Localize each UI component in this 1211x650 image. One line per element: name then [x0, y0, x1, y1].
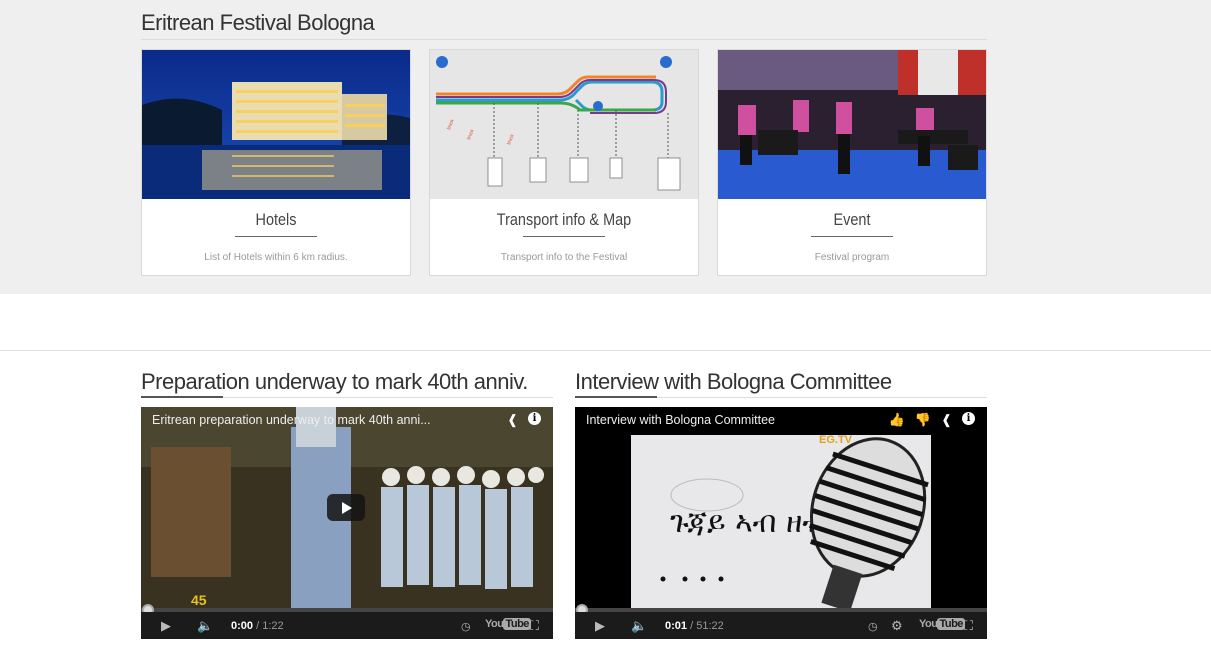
like-icon[interactable]: 👍 [889, 412, 905, 428]
settings-icon[interactable]: ⚙ [891, 618, 903, 634]
info-icon[interactable]: i [528, 412, 541, 425]
transport-map-image: linea linea linea [430, 50, 698, 199]
share-icon[interactable]: ❰ [941, 412, 952, 428]
event-card[interactable]: Event Festival program [717, 49, 987, 276]
hotels-card[interactable]: Hotels List of Hotels within 6 km radius… [141, 49, 411, 276]
video-total-time: / 51:22 [690, 620, 724, 632]
video-total-time: / 1:22 [256, 620, 284, 632]
card-underline [811, 236, 893, 237]
hotels-card-title[interactable]: Hotels [162, 210, 390, 230]
card-underline [523, 236, 605, 237]
video-section-title-2: Interview with Bologna Committee [575, 369, 892, 394]
card-underline [235, 236, 317, 237]
section-divider [0, 350, 1211, 351]
video-current-time: 0:01 [665, 620, 688, 632]
watch-later-icon[interactable]: ◷ [868, 620, 878, 633]
event-card-title[interactable]: Event [738, 210, 966, 230]
video-title-2[interactable]: Interview with Bologna Committee [586, 413, 775, 427]
volume-icon[interactable]: 🔈 [197, 618, 213, 634]
svg-text:ጉጃይ ኣብ ዘተ: ጉጃይ ኣብ ዘተ [670, 505, 823, 540]
title-rule [141, 39, 987, 40]
festival-title: Eritrean Festival Bologna [141, 10, 375, 35]
title-underline [575, 396, 657, 398]
svg-text:EG.TV: EG.TV [819, 434, 853, 446]
video-player-2[interactable]: ጉጃይ ኣብ ዘተ EG.TV Interview with Bologna C… [575, 407, 987, 639]
event-image [718, 50, 986, 199]
video-controls: ▶ 🔈 0:01 / 51:22 ◷ ⚙ You Tube ⛶ [575, 612, 987, 639]
fullscreen-icon[interactable]: ⛶ [964, 618, 973, 634]
watch-later-icon[interactable]: ◷ [461, 620, 471, 633]
event-card-desc: Festival program [814, 252, 890, 263]
video-current-time: 0:00 [231, 620, 254, 632]
share-icon[interactable]: ❰ [507, 412, 518, 428]
transport-card[interactable]: linea linea linea Transport info & Map T… [429, 49, 699, 276]
transport-card-title[interactable]: Transport info & Map [450, 210, 678, 230]
info-icon[interactable]: i [962, 412, 975, 425]
video-controls: ▶ 🔈 0:00 / 1:22 ◷ You Tube ⛶ [141, 612, 553, 639]
video-title-1[interactable]: Eritrean preparation underway to mark 40… [152, 413, 431, 427]
fullscreen-icon[interactable]: ⛶ [530, 618, 539, 634]
video-player-1[interactable]: 45 Eritrean preparation underway to mark… [141, 407, 553, 639]
transport-card-desc: Transport info to the Festival [500, 252, 628, 263]
youtube-logo[interactable]: You Tube [919, 618, 965, 630]
video-section-title-1: Preparation underway to mark 40th anniv. [141, 369, 528, 394]
dislike-icon[interactable]: 👎 [915, 412, 931, 428]
title-underline [141, 396, 223, 398]
play-icon[interactable]: ▶ [161, 618, 171, 634]
video-thumbnail-2: ጉጃይ ኣብ ዘተ EG.TV [575, 407, 987, 608]
volume-icon[interactable]: 🔈 [631, 618, 647, 634]
hotels-card-desc: List of Hotels within 6 km radius. [204, 252, 348, 263]
play-icon[interactable]: ▶ [595, 618, 605, 634]
svg-text:45: 45 [191, 592, 207, 608]
hotels-image [142, 50, 410, 199]
play-overlay-button[interactable] [327, 494, 365, 521]
youtube-logo[interactable]: You Tube [485, 618, 531, 630]
